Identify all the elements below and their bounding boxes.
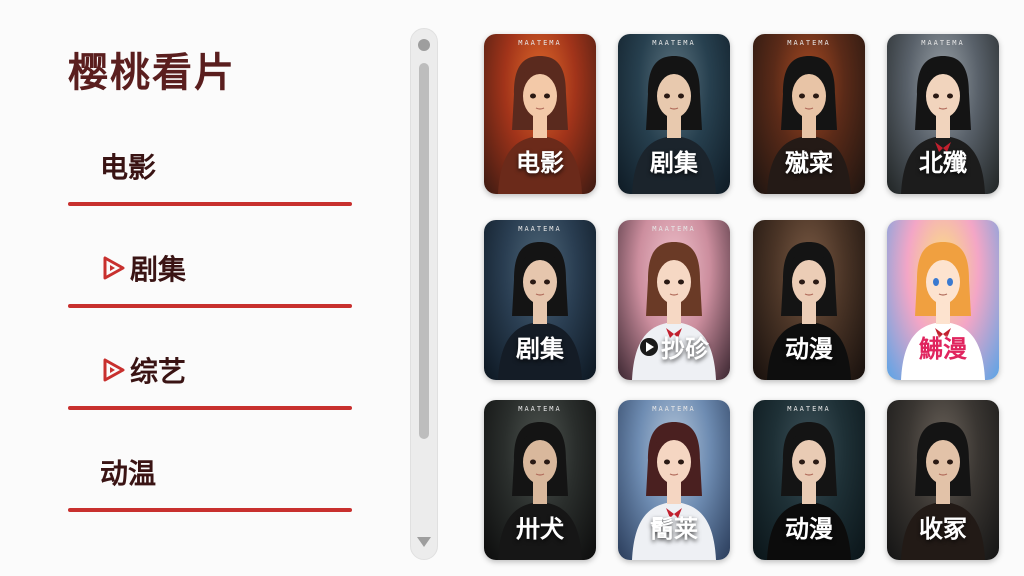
poster-caption-text: 抄䂦 <box>661 335 709 363</box>
poster-card[interactable]: 收冢 <box>887 400 999 560</box>
poster-caption-text: 殧寀 <box>785 149 833 177</box>
poster-caption: 收冢 <box>887 509 999 544</box>
poster-caption: 动漫 <box>753 509 865 544</box>
sidebar-underline <box>68 202 352 206</box>
poster-brand: MAATEMA <box>652 39 696 47</box>
scroll-up-button[interactable] <box>418 39 430 51</box>
sidebar-underline <box>68 406 352 410</box>
scroll-down-arrow-icon[interactable] <box>417 537 431 547</box>
poster-brand: MAATEMA <box>518 39 562 47</box>
poster-card[interactable]: 鮄漫 <box>887 220 999 380</box>
poster-brand: MAATEMA <box>518 225 562 233</box>
sidebar-item-variety[interactable]: 综艺 <box>68 350 352 410</box>
poster-caption-text: 北殲 <box>919 149 967 177</box>
poster-caption-text: 鬝莱 <box>650 515 698 543</box>
scroll-thumb[interactable] <box>419 63 429 439</box>
poster-caption-text: 剧集 <box>650 149 698 177</box>
poster-brand: MAATEMA <box>518 405 562 413</box>
sidebar-underline <box>68 508 352 512</box>
poster-caption: 剧集 <box>618 143 730 178</box>
sidebar-item-movies[interactable]: 电影 <box>68 146 352 206</box>
poster-card[interactable]: MAATEMA 动漫 <box>753 400 865 560</box>
sidebar-item-label: 电影 <box>100 151 157 184</box>
poster-card[interactable]: 动漫 <box>753 220 865 380</box>
vertical-scrollbar[interactable] <box>410 28 438 560</box>
sidebar-item-label: 动温 <box>100 457 157 490</box>
poster-caption-text: 电影 <box>516 149 564 177</box>
poster-card[interactable]: MAATEMA 电影 <box>484 34 596 194</box>
sidebar-item-label: 综艺 <box>130 355 187 388</box>
poster-caption: 抄䂦 <box>618 329 730 364</box>
app-title: 樱桃看片 <box>68 50 236 96</box>
sidebar-item-label: 剧集 <box>130 253 187 286</box>
poster-card[interactable]: MAATEMA 卅犬 <box>484 400 596 560</box>
poster-card[interactable]: MAATEMA 殧寀 <box>753 34 865 194</box>
play-badge-icon <box>103 256 125 280</box>
play-badge-icon <box>103 358 125 382</box>
poster-caption: 卅犬 <box>484 509 596 544</box>
sidebar-item-series[interactable]: 剧集 <box>68 248 352 308</box>
poster-caption-text: 卅犬 <box>516 515 564 543</box>
poster-brand: MAATEMA <box>921 39 965 47</box>
sidebar-item-anime[interactable]: 动温 <box>68 452 352 512</box>
poster-brand: MAATEMA <box>787 405 831 413</box>
poster-brand: MAATEMA <box>787 39 831 47</box>
poster-card[interactable]: MAATEMA 剧集 <box>618 34 730 194</box>
poster-caption: 动漫 <box>753 329 865 364</box>
poster-caption-text: 剧集 <box>516 335 564 363</box>
poster-caption-text: 动漫 <box>785 335 833 363</box>
poster-card[interactable]: MAATEMA 北殲 <box>887 34 999 194</box>
play-icon <box>640 337 658 356</box>
poster-caption: 鮄漫 <box>887 329 999 364</box>
poster-card[interactable]: MAATEMA 鬝莱 <box>618 400 730 560</box>
poster-brand: MAATEMA <box>652 225 696 233</box>
sidebar-underline <box>68 304 352 308</box>
poster-card[interactable]: MAATEMA 剧集 <box>484 220 596 380</box>
poster-caption: 北殲 <box>887 143 999 178</box>
poster-caption-text: 鮄漫 <box>919 335 967 363</box>
poster-caption: 电影 <box>484 143 596 178</box>
poster-caption-text: 收冢 <box>919 515 967 543</box>
poster-card[interactable]: MAATEMA 抄䂦 <box>618 220 730 380</box>
poster-caption: 鬝莱 <box>618 509 730 544</box>
poster-caption: 殧寀 <box>753 143 865 178</box>
poster-caption-text: 动漫 <box>785 515 833 543</box>
poster-brand: MAATEMA <box>652 405 696 413</box>
poster-caption: 剧集 <box>484 329 596 364</box>
